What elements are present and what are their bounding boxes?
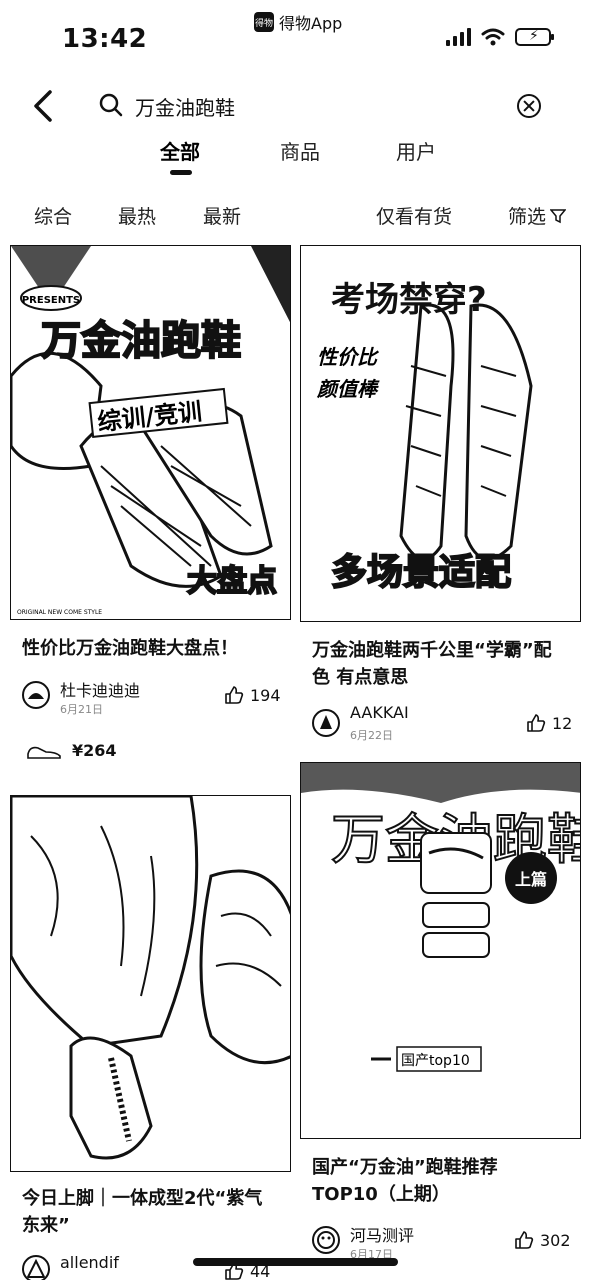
card-title[interactable]: 国产“万金油”跑鞋推荐 TOP10（上期）: [312, 1154, 584, 1208]
wifi-icon: [481, 28, 505, 46]
author-name[interactable]: 河马测评: [350, 1222, 414, 1246]
card-title-line: 今日上脚｜一体成型2代“紫气: [22, 1188, 263, 1209]
card-title[interactable]: 万金油跑鞋两千公里“学霸”配 色 有点意思: [312, 637, 584, 691]
like-count: 302: [540, 1230, 571, 1250]
author-name[interactable]: allendif: [60, 1253, 119, 1272]
signal-icon: [446, 28, 471, 46]
status-time: 13:42: [62, 24, 148, 54]
card-image: [10, 795, 291, 1172]
sort-comprehensive[interactable]: 综合: [34, 202, 72, 229]
home-indicator[interactable]: [193, 1258, 398, 1266]
status-bar: 13:42 得物 得物App ⚡: [0, 0, 591, 70]
image-badge-text: 上篇: [515, 870, 547, 889]
back-arrow-icon[interactable]: [30, 88, 58, 124]
thumbs-up-icon: [515, 1231, 534, 1249]
feed-card[interactable]: 万金油跑鞋 上篇 国产top10 国产“万金油”跑鞋推荐 TOP10（上期） 河…: [300, 762, 581, 1280]
avatar[interactable]: [22, 1255, 50, 1280]
card-title[interactable]: 性价比万金油跑鞋大盘点！: [22, 635, 292, 662]
avatar[interactable]: [312, 709, 340, 737]
funnel-icon: [550, 208, 567, 223]
card-title-line: 万金油跑鞋两千公里“学霸”配: [312, 640, 552, 661]
sneaker-icon: [27, 746, 61, 759]
app-icon: 得物: [254, 12, 274, 32]
post-date: 6月22日: [350, 729, 393, 742]
in-stock-toggle[interactable]: 仅看有货: [376, 202, 452, 229]
card-image: 考场禁穿? 性价比 颜值棒 多场景适配: [300, 245, 581, 622]
like-count: 194: [250, 685, 281, 705]
search-input[interactable]: 万金油跑鞋: [135, 92, 235, 121]
card-image: PRESENTS 万金油跑鞋 综训/竞训 大盘点 ORIGINAL NEW CO…: [10, 245, 291, 620]
product-price: ¥264: [72, 741, 117, 760]
feed-card[interactable]: 考场禁穿? 性价比 颜值棒 多场景适配 万金油跑鞋两千公里“学霸”配 色 有点意…: [300, 245, 581, 750]
tab-all[interactable]: 全部: [160, 136, 200, 165]
filter-button[interactable]: 筛选: [508, 202, 567, 229]
result-tabs: 全部 商品 用户: [0, 134, 591, 180]
like-button[interactable]: 12: [526, 713, 572, 733]
filter-label: 筛选: [508, 206, 547, 228]
active-tab-indicator: [170, 170, 192, 175]
card-image-art: PRESENTS 万金油跑鞋 综训/竞训 大盘点 ORIGINAL NEW CO…: [11, 246, 290, 619]
like-button[interactable]: 194: [224, 685, 281, 705]
avatar[interactable]: [312, 1226, 340, 1254]
like-button[interactable]: 302: [514, 1230, 571, 1250]
like-count: 12: [552, 713, 573, 733]
search-header: 万金油跑鞋: [0, 80, 591, 136]
image-badge-text: PRESENTS: [22, 295, 80, 306]
linked-product[interactable]: ¥264: [26, 741, 117, 760]
image-caption: 国产top10: [401, 1053, 470, 1069]
app-name: 得物App: [279, 14, 343, 33]
clear-search-icon[interactable]: [517, 94, 541, 118]
feed-card[interactable]: PRESENTS 万金油跑鞋 综训/竞训 大盘点 ORIGINAL NEW CO…: [10, 245, 291, 765]
battery-icon: ⚡: [515, 28, 554, 46]
card-title-line: 东来”: [22, 1215, 70, 1236]
tab-users[interactable]: 用户: [396, 136, 436, 165]
card-title-line: 色 有点意思: [312, 667, 409, 688]
search-icon: [99, 93, 123, 117]
image-headline: 考场禁穿?: [331, 280, 487, 320]
author-name[interactable]: 杜卡迪迪迪: [60, 677, 140, 701]
card-image: 万金油跑鞋 上篇 国产top10: [300, 762, 581, 1139]
card-image-art: [11, 796, 290, 1171]
post-date: 6月21日: [60, 703, 103, 716]
filter-bar: 综合 最热 最新 仅看有货 筛选: [0, 198, 591, 234]
card-image-art: 考场禁穿? 性价比 颜值棒 多场景适配: [301, 246, 580, 621]
image-headline: 万金油跑鞋: [41, 318, 241, 364]
avatar[interactable]: [22, 681, 50, 709]
thumbs-up-icon: [527, 714, 546, 732]
card-title[interactable]: 今日上脚｜一体成型2代“紫气 东来”: [22, 1185, 294, 1239]
return-to-app[interactable]: 得物 得物App: [254, 10, 342, 34]
author-name[interactable]: AAKKAI: [350, 703, 409, 722]
card-title-line: TOP10（上期）: [312, 1184, 450, 1205]
sort-newest[interactable]: 最新: [203, 202, 241, 229]
image-corner-text: 大盘点: [187, 564, 277, 599]
image-footer-text: ORIGINAL NEW COME STYLE: [17, 609, 102, 616]
status-icons: ⚡: [446, 28, 554, 46]
image-tag: 性价比: [317, 345, 380, 369]
feed-card[interactable]: 今日上脚｜一体成型2代“紫气 东来” allendif 44: [10, 795, 291, 1280]
thumbs-up-icon: [225, 686, 244, 704]
image-tag: 颜值棒: [316, 377, 380, 401]
sort-hottest[interactable]: 最热: [118, 202, 156, 229]
image-bottom-text: 多场景适配: [331, 552, 511, 593]
card-title-line: 国产“万金油”跑鞋推荐: [312, 1157, 498, 1178]
card-image-art: 万金油跑鞋 上篇 国产top10: [301, 763, 580, 1138]
tab-products[interactable]: 商品: [280, 136, 320, 165]
